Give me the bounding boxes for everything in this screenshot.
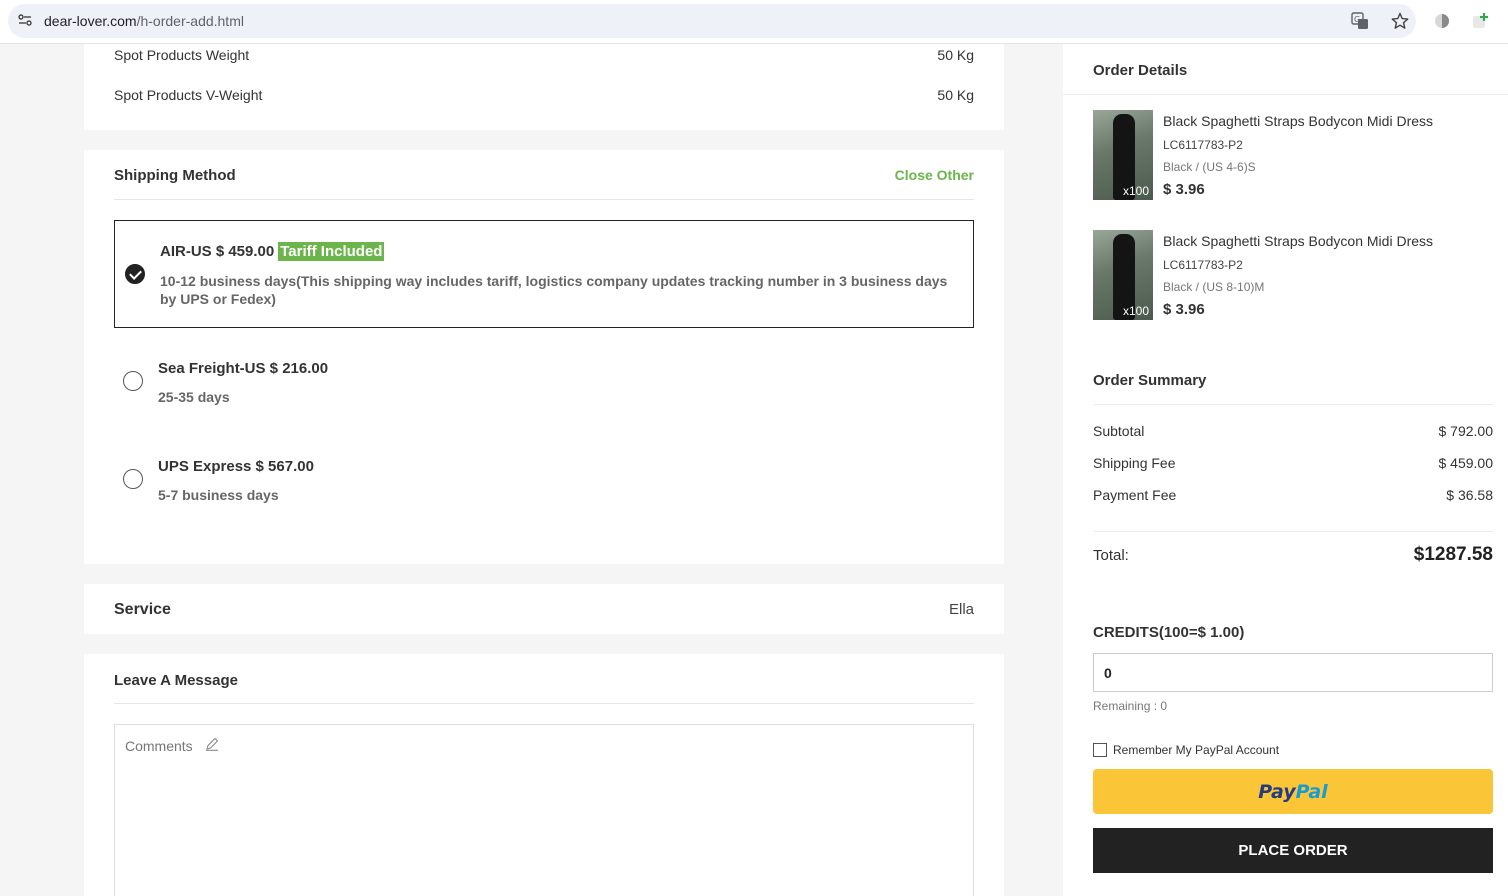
paypal-logo-pay: Pay	[1258, 780, 1296, 803]
radio-unchecked[interactable]	[123, 469, 143, 489]
weight-value: 50 Kg	[937, 47, 974, 63]
extension-icon[interactable]	[1434, 13, 1450, 29]
service-agent-name: Ella	[948, 601, 974, 618]
divider	[1093, 531, 1493, 532]
payment-fee-value: $ 36.58	[1446, 487, 1493, 503]
remember-paypal-label[interactable]: Remember My PayPal Account	[1113, 743, 1279, 757]
v-weight-value: 50 Kg	[937, 87, 974, 103]
translate-icon[interactable]: G	[1351, 12, 1369, 30]
order-details-title: Order Details	[1093, 62, 1188, 79]
extension-plus-icon[interactable]	[1471, 12, 1489, 30]
paypal-button[interactable]: Pay Pal	[1093, 769, 1493, 814]
bookmark-star-icon[interactable]	[1391, 12, 1409, 30]
credits-label: CREDITS(100=$ 1.00)	[1093, 624, 1245, 641]
url-path: /h-order-add.html	[136, 13, 244, 29]
shipping-option-desc: 10-12 business days(This shipping way in…	[160, 273, 948, 307]
product-name[interactable]: Black Spaghetti Straps Bodycon Midi Dres…	[1163, 113, 1433, 129]
product-variant: Black / (US 4-6)S	[1163, 160, 1256, 174]
shipping-method-card: Shipping Method Close Other AIR-US $ 459…	[84, 150, 1004, 564]
address-bar[interactable]: dear-lover.com/h-order-add.html G	[8, 4, 1416, 38]
close-other-link[interactable]: Close Other	[895, 167, 974, 183]
total-row: Total: $1287.58	[1093, 544, 1493, 566]
radio-checked[interactable]	[125, 264, 145, 284]
divider	[114, 703, 974, 704]
total-label: Total:	[1093, 547, 1129, 564]
product-item[interactable]: x100 Black Spaghetti Straps Bodycon Midi…	[1093, 230, 1493, 320]
service-title: Service	[114, 601, 171, 618]
product-price: $ 3.96	[1163, 301, 1205, 318]
product-variant: Black / (US 8-10)M	[1163, 280, 1265, 294]
weight-label: Spot Products Weight	[114, 47, 250, 63]
site-settings-icon[interactable]	[18, 13, 32, 27]
v-weight-row: Spot Products V-Weight 50 Kg	[114, 87, 974, 103]
shipping-fee-row: Shipping Fee $ 459.00	[1093, 455, 1493, 471]
product-quantity: x100	[1122, 184, 1149, 198]
pencil-icon	[206, 737, 219, 751]
shipping-option-desc: 25-35 days	[158, 389, 230, 405]
weights-card: Spot Products Weight 50 Kg Spot Products…	[84, 44, 1004, 130]
subtotal-value: $ 792.00	[1438, 423, 1494, 439]
comments-placeholder: Comments	[125, 738, 193, 754]
divider	[114, 199, 974, 200]
product-thumbnail[interactable]: x100	[1093, 110, 1153, 200]
shipping-method-title: Shipping Method	[114, 167, 236, 184]
remember-paypal[interactable]: Remember My PayPal Account	[1093, 743, 1279, 757]
payment-fee-row: Payment Fee $ 36.58	[1093, 487, 1493, 503]
leave-message-title: Leave A Message	[114, 672, 238, 689]
remember-paypal-checkbox[interactable]	[1093, 743, 1107, 757]
service-card: Service Ella	[84, 584, 1004, 634]
shipping-option-desc: 5-7 business days	[158, 487, 279, 503]
product-sku: LC6117783-P2	[1163, 138, 1243, 152]
product-quantity: x100	[1122, 304, 1149, 318]
shipping-option-sea-freight[interactable]: Sea Freight-US $ 216.00 25-35 days	[114, 350, 974, 420]
shipping-option-name: UPS Express $ 567.00	[158, 458, 314, 475]
leave-message-card: Leave A Message Comments	[84, 654, 1004, 896]
divider	[1063, 94, 1508, 95]
browser-toolbar: dear-lover.com/h-order-add.html G	[0, 0, 1508, 44]
shipping-option-price: AIR-US $ 459.00	[160, 243, 275, 260]
product-name[interactable]: Black Spaghetti Straps Bodycon Midi Dres…	[1163, 233, 1433, 249]
shipping-option-air-us[interactable]: AIR-US $ 459.00 Tariff Included 10-12 bus…	[114, 220, 974, 328]
credits-remaining: Remaining : 0	[1093, 699, 1168, 713]
shipping-option-ups-express[interactable]: UPS Express $ 567.00 5-7 business days	[114, 448, 974, 518]
payment-fee-label: Payment Fee	[1093, 487, 1177, 503]
v-weight-label: Spot Products V-Weight	[114, 87, 263, 103]
order-summary-title: Order Summary	[1093, 372, 1207, 389]
total-value: $1287.58	[1413, 544, 1493, 565]
paypal-logo-pal: Pal	[1295, 780, 1328, 803]
svg-text:G: G	[1354, 15, 1360, 24]
product-item[interactable]: x100 Black Spaghetti Straps Bodycon Midi…	[1093, 110, 1493, 200]
radio-unchecked[interactable]	[123, 371, 143, 391]
credits-input[interactable]	[1093, 653, 1493, 692]
product-price: $ 3.96	[1163, 181, 1205, 198]
shipping-fee-label: Shipping Fee	[1093, 455, 1176, 471]
order-sidebar: Order Details x100 Black Spaghetti Strap…	[1063, 44, 1508, 896]
divider	[1093, 404, 1493, 405]
shipping-option-name: Sea Freight-US $ 216.00	[158, 360, 329, 377]
tariff-included-badge: Tariff Included	[278, 242, 385, 261]
shipping-fee-value: $ 459.00	[1438, 455, 1494, 471]
place-order-button[interactable]: PLACE ORDER	[1093, 828, 1493, 873]
url-text[interactable]: dear-lover.com/h-order-add.html	[44, 13, 244, 29]
product-sku: LC6117783-P2	[1163, 258, 1243, 272]
weight-row: Spot Products Weight 50 Kg	[114, 47, 974, 63]
subtotal-label: Subtotal	[1093, 423, 1145, 439]
subtotal-row: Subtotal $ 792.00	[1093, 423, 1493, 439]
url-host: dear-lover.com	[44, 13, 137, 29]
product-thumbnail[interactable]: x100	[1093, 230, 1153, 320]
shipping-option-name: AIR-US $ 459.00 Tariff Included	[160, 242, 385, 261]
comments-textarea[interactable]: Comments	[114, 724, 974, 896]
